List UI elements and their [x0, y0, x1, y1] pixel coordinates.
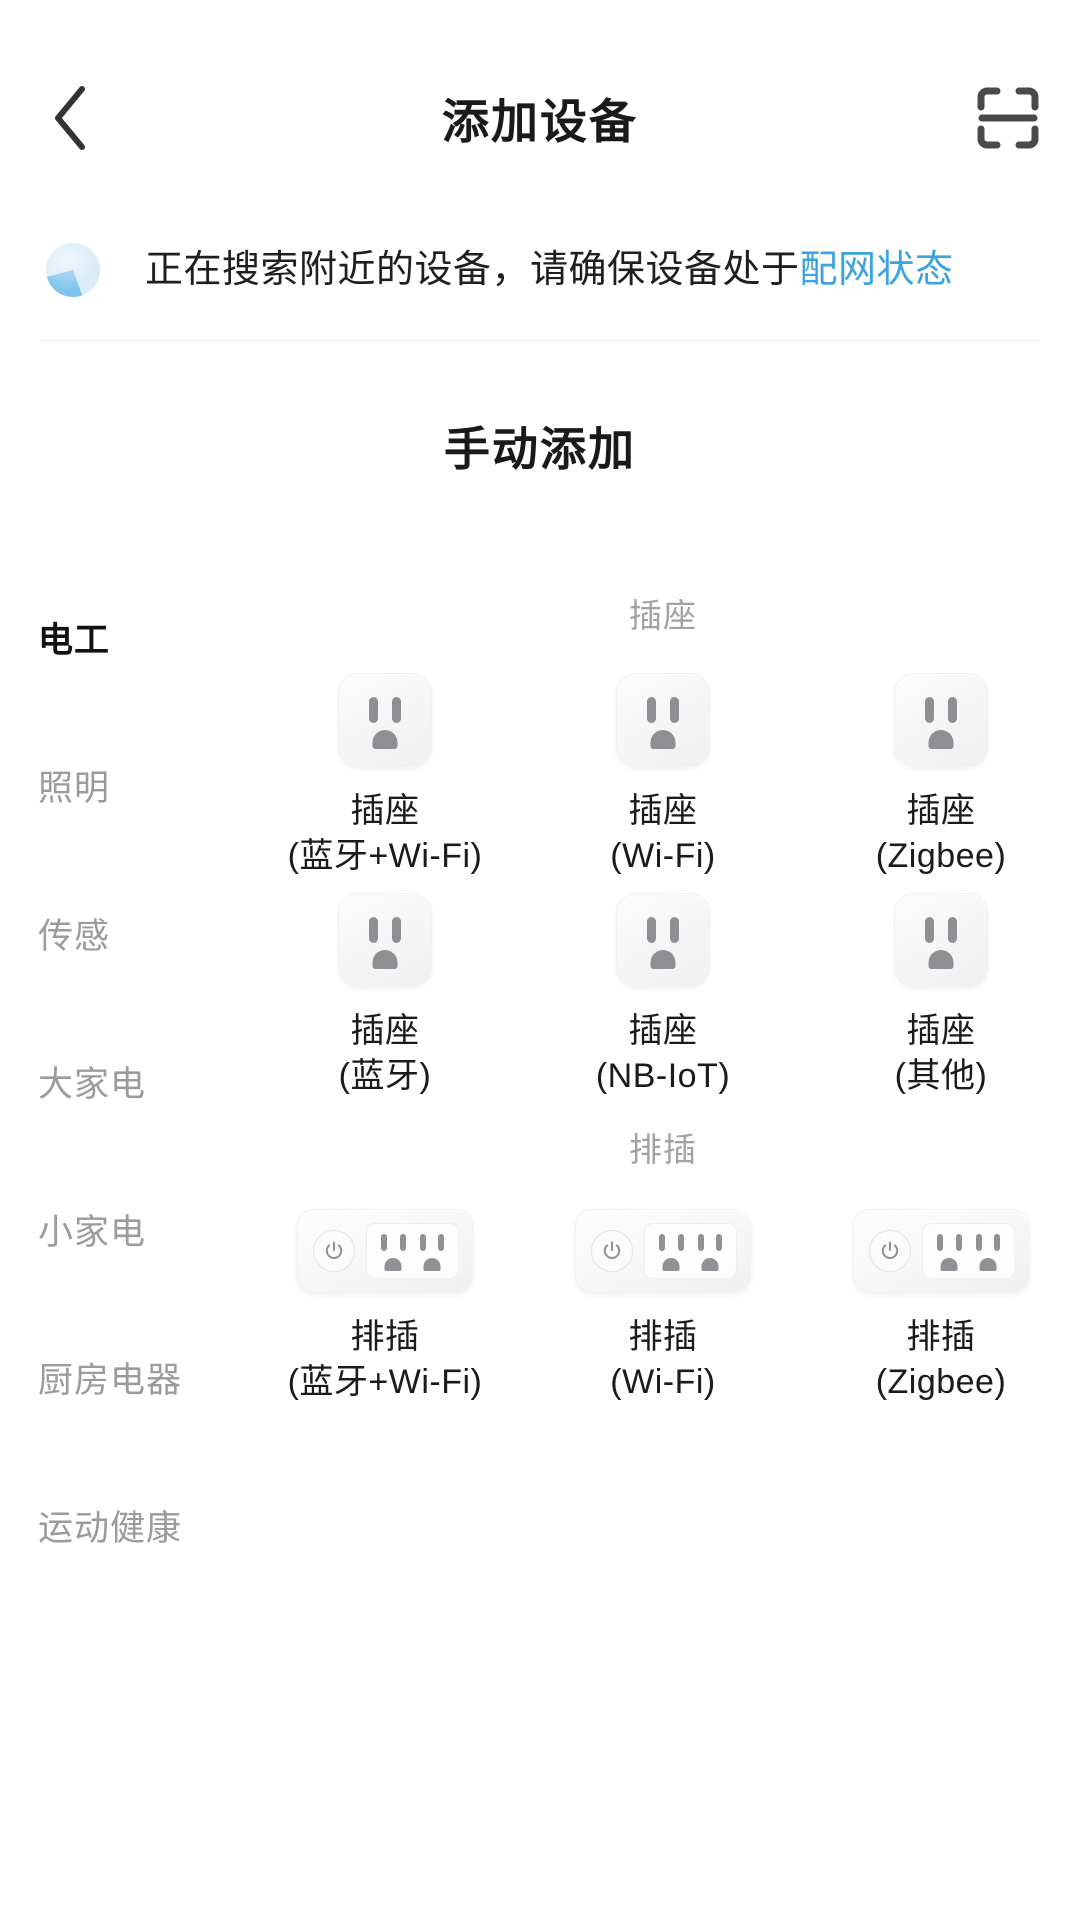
sidebar-item-large-appliance[interactable]: 大家电: [0, 1007, 246, 1155]
product-tile-strip-zigbee[interactable]: 排插 (Zigbee): [802, 1195, 1080, 1405]
group-title-socket: 插座: [629, 597, 697, 634]
product-tile-label: 插座 (Wi-Fi): [610, 789, 715, 879]
product-tile-label: 排插 (蓝牙+Wi-Fi): [288, 1315, 483, 1405]
product-variant: (Wi-Fi): [610, 837, 716, 875]
power-strip-grid: 排插 (蓝牙+Wi-Fi) 排插 (Wi-Fi) 排插 (Zigbee): [246, 1195, 1080, 1405]
socket-grid: 插座 (蓝牙+Wi-Fi) 插座 (Wi-Fi) 插座 (Zigbee) 插座 …: [246, 659, 1080, 1099]
product-name: 插座: [906, 792, 976, 830]
scan-qr-icon: [973, 83, 1043, 158]
sidebar-item-label: 传感: [38, 916, 111, 956]
network-config-link[interactable]: 配网状态: [800, 249, 954, 291]
product-name: 排插: [628, 1318, 698, 1356]
sidebar-item-lighting[interactable]: 照明: [0, 711, 246, 859]
sidebar-item-label: 电工: [38, 620, 111, 660]
search-status-text: 正在搜索附近的设备，请确保设备处于配网状态: [145, 246, 954, 294]
product-name: 插座: [906, 1012, 976, 1050]
wall-socket-icon: [616, 893, 710, 987]
product-tile-strip-wifi[interactable]: 排插 (Wi-Fi): [524, 1195, 802, 1405]
sidebar-item-label: 厨房电器: [38, 1360, 183, 1400]
product-variant: (其他): [894, 1057, 988, 1095]
product-variant: (Zigbee): [875, 1363, 1007, 1401]
search-status-row: 正在搜索附近的设备，请确保设备处于配网状态: [0, 200, 1080, 340]
product-variant: (Zigbee): [875, 837, 1007, 875]
wall-socket-icon: [616, 673, 710, 767]
group-title-power-strip: 排插: [629, 1131, 697, 1168]
wall-socket-icon: [894, 893, 988, 987]
product-catalog: 插座 插座 (蓝牙+Wi-Fi) 插座 (Wi-Fi) 插座 (Zigbee) …: [246, 551, 1080, 1920]
power-strip-icon: [853, 1209, 1029, 1293]
add-device-screen: 添加设备 正在搜索附近的设备，请确保设备处于配网状态 手动添加 电工 照明 传感…: [0, 0, 1080, 1920]
product-name: 插座: [628, 792, 698, 830]
product-tile-socket-bt-wifi[interactable]: 插座 (蓝牙+Wi-Fi): [246, 659, 524, 879]
sidebar-item-label: 照明: [38, 768, 111, 808]
product-tile-label: 排插 (Zigbee): [876, 1315, 1007, 1405]
power-button-icon: [869, 1230, 911, 1272]
product-tile-socket-wifi[interactable]: 插座 (Wi-Fi): [524, 659, 802, 879]
product-variant: (蓝牙+Wi-Fi): [287, 1363, 483, 1401]
product-tile-socket-zigbee[interactable]: 插座 (Zigbee): [802, 659, 1080, 879]
product-tile-strip-bt-wifi[interactable]: 排插 (蓝牙+Wi-Fi): [246, 1195, 524, 1405]
sidebar-item-label: 小家电: [38, 1212, 147, 1252]
sidebar-item-kitchen-appliance[interactable]: 厨房电器: [0, 1303, 246, 1451]
sidebar-item-label: 运动健康: [38, 1508, 183, 1548]
product-name: 插座: [350, 1012, 420, 1050]
manual-add-heading: 手动添加: [444, 423, 636, 475]
product-variant: (蓝牙+Wi-Fi): [287, 837, 483, 875]
product-tile-label: 排插 (Wi-Fi): [610, 1315, 715, 1405]
app-header: 添加设备: [0, 0, 1080, 200]
product-variant: (蓝牙): [338, 1057, 432, 1095]
product-tile-label: 插座 (NB-IoT): [596, 1009, 730, 1099]
product-variant: (Wi-Fi): [610, 1363, 716, 1401]
category-sidebar: 电工 照明 传感 大家电 小家电 厨房电器 运动健康: [0, 551, 246, 1920]
power-strip-icon: [297, 1209, 473, 1293]
sidebar-item-small-appliance[interactable]: 小家电: [0, 1155, 246, 1303]
product-name: 插座: [350, 792, 420, 830]
product-tile-socket-nbiot[interactable]: 插座 (NB-IoT): [524, 879, 802, 1099]
loading-spinner-icon: [46, 243, 100, 297]
wall-socket-icon: [338, 893, 432, 987]
product-tile-socket-other[interactable]: 插座 (其他): [802, 879, 1080, 1099]
power-button-icon: [591, 1230, 633, 1272]
sidebar-item-electrical[interactable]: 电工: [0, 563, 246, 711]
sidebar-item-label: 大家电: [38, 1064, 147, 1104]
power-button-icon: [313, 1230, 355, 1272]
content-body: 电工 照明 传感 大家电 小家电 厨房电器 运动健康 插座 插座 (蓝牙+Wi-…: [0, 551, 1080, 1920]
search-status-message: 正在搜索附近的设备，请确保设备处于: [145, 249, 800, 291]
product-name: 排插: [906, 1318, 976, 1356]
product-tile-label: 插座 (蓝牙): [339, 1009, 432, 1099]
product-tile-label: 插座 (Zigbee): [876, 789, 1007, 879]
scan-button[interactable]: [970, 82, 1046, 158]
product-name: 排插: [350, 1318, 420, 1356]
sidebar-item-sports-health[interactable]: 运动健康: [0, 1451, 246, 1599]
sidebar-item-sensor[interactable]: 传感: [0, 859, 246, 1007]
product-tile-label: 插座 (其他): [895, 1009, 988, 1099]
product-tile-socket-bluetooth[interactable]: 插座 (蓝牙): [246, 879, 524, 1099]
product-name: 插座: [628, 1012, 698, 1050]
page-title: 添加设备: [442, 95, 638, 148]
power-strip-icon: [575, 1209, 751, 1293]
product-tile-label: 插座 (蓝牙+Wi-Fi): [288, 789, 483, 879]
product-variant: (NB-IoT): [595, 1057, 731, 1095]
wall-socket-icon: [894, 673, 988, 767]
wall-socket-icon: [338, 673, 432, 767]
